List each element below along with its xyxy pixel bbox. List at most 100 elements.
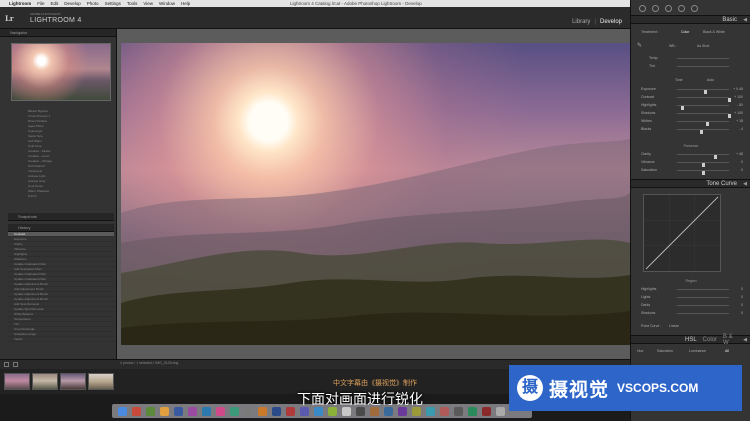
trash-icon[interactable] [496,407,505,416]
app-icon[interactable] [202,407,211,416]
slider-value[interactable]: 0 [741,286,743,292]
filmstrip-thumbnail[interactable] [60,373,86,390]
collapse-triangle-icon[interactable]: ◀ [743,17,747,23]
app-icon[interactable] [426,407,435,416]
slider-row[interactable]: Lights 0 [635,294,747,300]
module-develop[interactable]: Develop [600,19,622,25]
slider-track[interactable] [677,170,729,175]
slider-row[interactable]: Exposure + 0.45 [635,86,747,94]
menu-view[interactable]: View [143,1,153,6]
slider-row[interactable]: Whites + 18 [635,118,747,126]
red-eye-icon[interactable] [665,4,672,12]
menu-app-name[interactable]: Lightroom [9,1,31,6]
slider-track[interactable] [677,113,731,118]
app-icon[interactable] [244,407,253,416]
slider-value[interactable]: 0 [741,294,743,300]
slider-thumb[interactable] [701,171,705,175]
slider-row[interactable]: Highlights - 80 [635,102,747,110]
slider-track[interactable] [677,313,729,314]
basic-header[interactable]: Basic ◀ [631,15,750,24]
bw-tab[interactable]: B & W [723,334,737,346]
adjustment-brush-icon[interactable] [691,4,698,12]
tone-curve-header[interactable]: Tone Curve ◀ [631,179,750,188]
color-tab[interactable]: Color [703,337,717,343]
slider-row[interactable]: Clarity + 48 [635,151,747,159]
tint-slider[interactable]: Tint [635,63,747,69]
slider-row[interactable]: Contrast + 100 [635,94,747,102]
app-icon[interactable] [160,407,169,416]
app-icon[interactable] [398,407,407,416]
landscape-photo[interactable] [121,43,630,345]
app-icon[interactable] [328,407,337,416]
slider-track[interactable] [677,89,729,94]
slider-value[interactable]: + 100 [734,94,743,100]
slider-row[interactable]: Vibrance 0 [635,159,747,167]
snapshots-header[interactable]: Snapshots [8,213,114,221]
app-icon[interactable] [188,407,197,416]
slider-value[interactable]: 0 [741,159,743,165]
filmstrip-thumbnail[interactable] [4,373,30,390]
hsl-tab[interactable]: HSL [685,337,697,343]
app-icon[interactable] [314,407,323,416]
slider-value[interactable]: + 48 [736,151,743,157]
app-icon[interactable] [342,407,351,416]
slider-value[interactable]: 0 [741,167,743,173]
app-icon[interactable] [216,407,225,416]
slider-track[interactable] [677,297,729,298]
menu-develop[interactable]: Develop [64,1,81,6]
slider-track[interactable] [677,162,729,167]
app-icon[interactable] [272,407,281,416]
slider-track[interactable] [677,305,729,306]
app-icon[interactable] [370,407,379,416]
module-library[interactable]: Library [572,19,590,25]
finder-icon[interactable] [118,407,127,416]
history-header[interactable]: History [8,224,114,232]
app-icon[interactable] [356,407,365,416]
app-icon[interactable] [454,407,463,416]
slider-value[interactable]: - 80 [737,102,743,108]
slider-track[interactable] [677,105,729,110]
grid-view-icon[interactable] [4,362,9,367]
hsl-header[interactable]: HSL Color B & W ◀ [631,334,750,346]
loupe-view-icon[interactable] [13,362,18,367]
slider-track[interactable] [677,121,729,126]
slider-row[interactable]: Highlights 0 [635,286,747,292]
slider-track[interactable] [677,58,729,59]
app-icon[interactable] [286,407,295,416]
hsl-luminance-tab[interactable]: Luminance [689,348,706,354]
slider-track[interactable] [677,129,729,134]
slider-track[interactable] [677,154,729,159]
slider-value[interactable]: + 0.45 [733,86,743,92]
slider-thumb[interactable] [700,130,704,134]
slider-track[interactable] [677,66,729,67]
app-icon[interactable] [146,407,155,416]
slider-value[interactable]: + 100 [734,110,743,116]
hsl-saturation-tab[interactable]: Saturation [657,348,673,354]
menu-settings[interactable]: Settings [105,1,121,6]
app-icon[interactable] [468,407,477,416]
treatment-color[interactable]: Color [681,29,689,35]
slider-track[interactable] [677,97,731,102]
slider-row[interactable]: Blacks - 4 [635,126,747,134]
point-curve-select[interactable]: Linear [669,323,679,329]
app-icon[interactable] [258,407,267,416]
app-icon[interactable] [384,407,393,416]
app-icon[interactable] [482,407,491,416]
treatment-bw[interactable]: Black & White [703,29,725,35]
graduated-filter-icon[interactable] [678,4,685,12]
wb-eyedropper-icon[interactable]: ✎ [637,43,642,49]
app-icon[interactable] [230,407,239,416]
app-icon[interactable] [440,407,449,416]
slider-track[interactable] [677,289,729,290]
history-item[interactable]: Import [8,337,114,342]
collapse-triangle-icon[interactable]: ◀ [743,181,747,187]
slider-value[interactable]: 0 [741,310,743,316]
slider-row[interactable]: Darks 0 [635,302,747,308]
app-icon[interactable] [132,407,141,416]
navigator-preview[interactable] [11,43,111,101]
wb-select[interactable]: As Shot [697,43,709,49]
hsl-all-tab[interactable]: All [725,348,729,354]
temp-slider[interactable]: Temp [635,55,747,61]
slider-row[interactable]: Saturation 0 [635,167,747,175]
collapse-triangle-icon[interactable]: ◀ [743,337,747,343]
